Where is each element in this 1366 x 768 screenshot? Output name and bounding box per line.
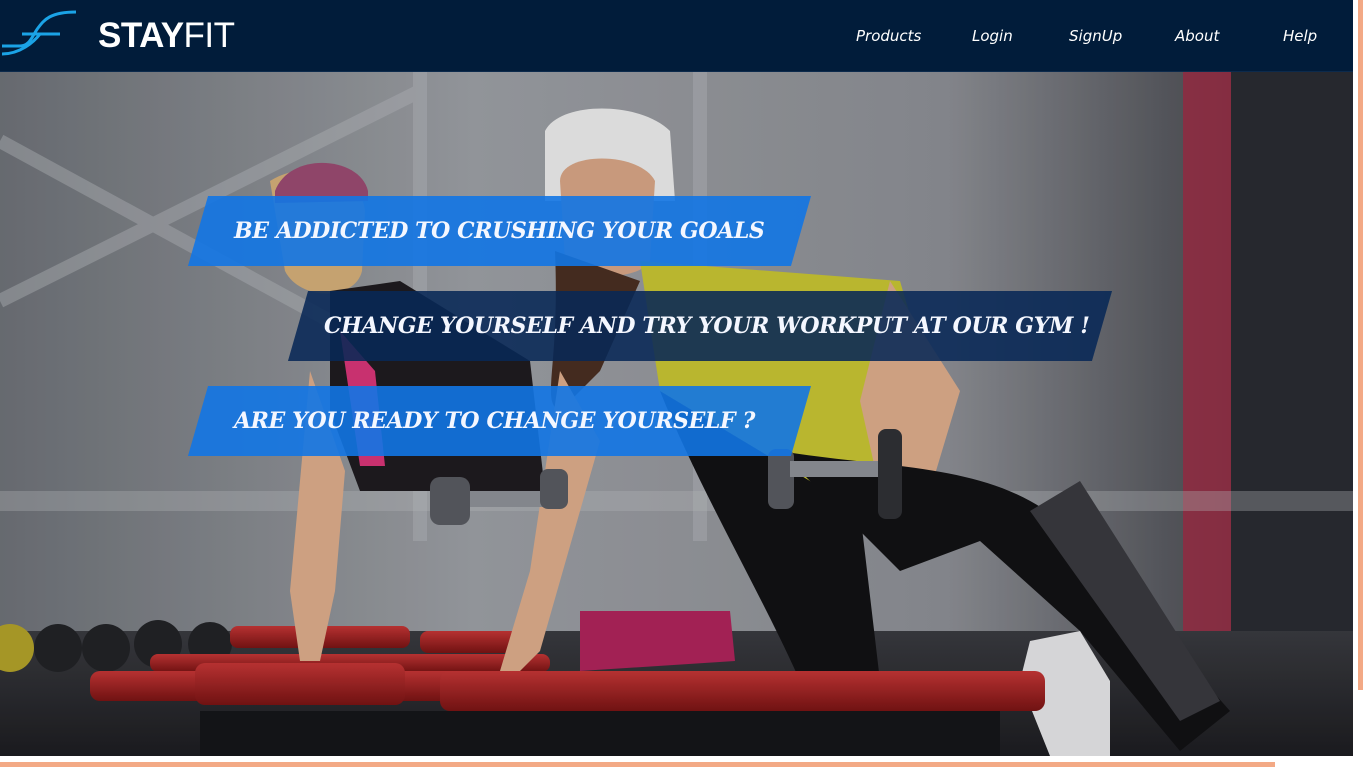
brand-wordmark: STAYFIT [98, 18, 235, 53]
nav-link-about[interactable]: About [1175, 27, 1219, 45]
nav-link-help[interactable]: Help [1283, 27, 1317, 45]
stayfit-wave-icon [1, 10, 77, 56]
nav-link-products[interactable]: Products [856, 27, 921, 45]
brand-name-light: FIT [183, 15, 235, 55]
hero-banner-workout: CHANGE YOURSELF AND TRY YOUR WORKPUT AT … [287, 291, 1113, 361]
hero-banner-goals: BE ADDICTED TO CRUSHING YOUR GOALS [187, 196, 812, 266]
hero-section: BE ADDICTED TO CRUSHING YOUR GOALS CHANG… [0, 71, 1353, 756]
page-right-accent-line [1358, 0, 1363, 690]
brand-logo[interactable]: STAYFIT [0, 8, 235, 62]
hero-banner-ready-text: ARE YOU READY TO CHANGE YOURSELF ? [234, 408, 755, 434]
page-bottom-accent-line [0, 762, 1275, 767]
page: STAYFIT Products Login SignUp About Help [0, 0, 1366, 768]
hero-banner-ready: ARE YOU READY TO CHANGE YOURSELF ? [187, 386, 812, 456]
nav-link-signup[interactable]: SignUp [1069, 27, 1122, 45]
brand-name-bold: STAY [98, 15, 184, 55]
hero-banner-workout-text: CHANGE YOURSELF AND TRY YOUR WORKPUT AT … [324, 313, 1090, 339]
top-navbar: STAYFIT Products Login SignUp About Help [0, 0, 1353, 72]
hero-banner-goals-text: BE ADDICTED TO CRUSHING YOUR GOALS [234, 218, 765, 244]
nav-link-login[interactable]: Login [972, 27, 1013, 45]
